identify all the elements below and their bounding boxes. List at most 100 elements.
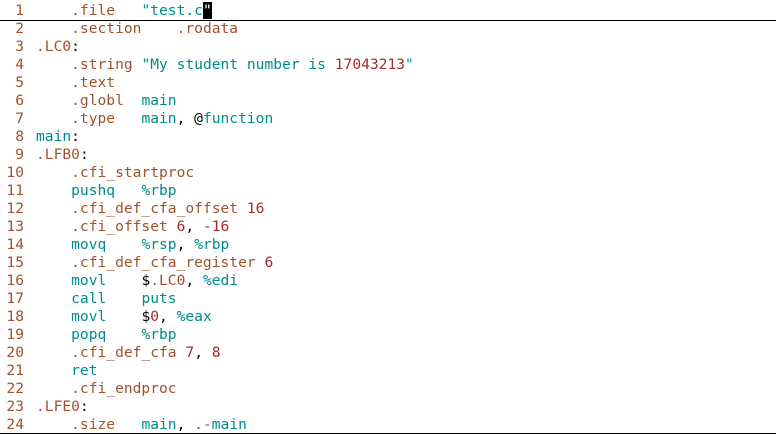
code-token: .LC0 [36,38,72,55]
code-token: .section [36,20,142,37]
code-line-19[interactable]: 19 popq %rbp [0,326,776,344]
code-line-13[interactable]: 13 .cfi_offset 6, -16 [0,218,776,236]
text-cursor: " [202,2,212,19]
line-number: 22 [6,380,24,397]
code-line-4[interactable]: 4 .string "My student number is 17043213… [0,56,776,74]
code-token: .size [36,416,116,433]
code-line-11[interactable]: 11 pushq %rbp [0,182,776,200]
code-token: .type [36,110,116,127]
code-token: .cfi_offset [36,218,168,235]
line-number: 20 [6,344,24,361]
code-line-6[interactable]: 6 .globl main [0,92,776,110]
code-line-10[interactable]: 10 .cfi_startproc [0,164,776,182]
code-token: , [185,218,203,235]
code-token: .file [36,2,116,19]
code-editor[interactable]: 1 .file "test.c" 2 .section .rodata 3 .LC0:… [0,0,776,435]
line-number: 4 [15,56,24,73]
code-token: .- [194,416,212,433]
code-token: , [185,272,203,289]
line-number: 8 [15,128,24,145]
code-token: : [71,128,80,145]
code-line-7[interactable]: 7 .type main, @function [0,110,776,128]
line-number: 19 [6,326,24,343]
code-line-21[interactable]: 21 ret [0,362,776,380]
code-token: 6 [264,254,274,271]
code-token: main [141,416,177,433]
code-token: main [211,416,247,433]
code-token: .text [36,74,116,91]
code-token: .rodata [176,20,239,37]
code-line-2[interactable]: 2 .section .rodata [0,20,776,38]
code-token: %edi [202,272,239,289]
code-token: main [141,110,177,127]
code-token: $ [106,308,151,325]
code-token: "test.c [141,2,203,19]
line-number: 1 [15,2,24,19]
code-token: main [36,128,72,145]
code-line-8[interactable]: 8 main: [0,128,776,146]
code-token: $ [106,272,151,289]
code-token: .LFB0 [36,146,80,163]
line-number: 7 [15,110,24,127]
code-line-20[interactable]: 20 .cfi_def_cfa 7, 8 [0,344,776,362]
code-token: function [202,110,274,127]
code-token: .cfi_def_cfa [36,344,177,361]
code-token: , [176,416,195,433]
code-token: 17043213 [334,56,406,73]
code-token: -16 [202,218,230,235]
code-line-15[interactable]: 15 .cfi_def_cfa_register 6 [0,254,776,272]
code-token: %eax [176,308,212,325]
line-number: 5 [15,74,24,91]
code-token: 7 [185,344,195,361]
code-token: .cfi_def_cfa_offset [36,200,239,217]
code-token: 8 [211,344,221,361]
line-number: 11 [6,182,24,199]
line-number: 15 [6,254,24,271]
code-token: ret [36,362,98,379]
line-number: 14 [6,236,24,253]
code-token: : [79,398,89,415]
code-line-18[interactable]: 18 movl $0, %eax [0,308,776,326]
code-token: .LC0 [150,272,186,289]
code-line-16[interactable]: 16 movl $.LC0, %edi [0,272,776,290]
code-token: .LFE0 [36,398,80,415]
line-number: 6 [15,92,24,109]
line-number: 12 [6,200,24,217]
code-token: , [159,308,177,325]
code-line-22[interactable]: 22 .cfi_endproc [0,380,776,398]
code-line-24[interactable]: 24 .size main, .-main [0,416,776,434]
code-line-12[interactable]: 12 .cfi_def_cfa_offset 16 [0,200,776,218]
code-token: puts [141,290,177,307]
code-token: movl [36,272,107,289]
code-token: 16 [246,200,265,217]
code-line-17[interactable]: 17 call puts [0,290,776,308]
code-token: pushq [36,182,116,199]
line-number: 18 [6,308,24,325]
code-token: 0 [150,308,160,325]
line-number: 23 [6,398,24,415]
line-number: 9 [15,146,24,163]
code-line-1[interactable]: 1 .file "test.c" [0,2,776,21]
code-token: call [36,290,107,307]
line-number: 10 [6,164,24,181]
code-line-5[interactable]: 5 .text [0,74,776,92]
code-line-3[interactable]: 3 .LC0: [0,38,776,56]
code-line-14[interactable]: 14 movq %rsp, %rbp [0,236,776,254]
code-token: .string [36,56,133,73]
line-number: 16 [6,272,24,289]
code-line-23[interactable]: 23 .LFE0: [0,398,776,416]
code-token: popq [36,326,107,343]
code-token: .cfi_def_cfa_register [36,254,256,271]
code-line-9[interactable]: 9 .LFB0: [0,146,776,164]
code-token: , @ [176,110,203,127]
code-token: : [71,38,80,55]
